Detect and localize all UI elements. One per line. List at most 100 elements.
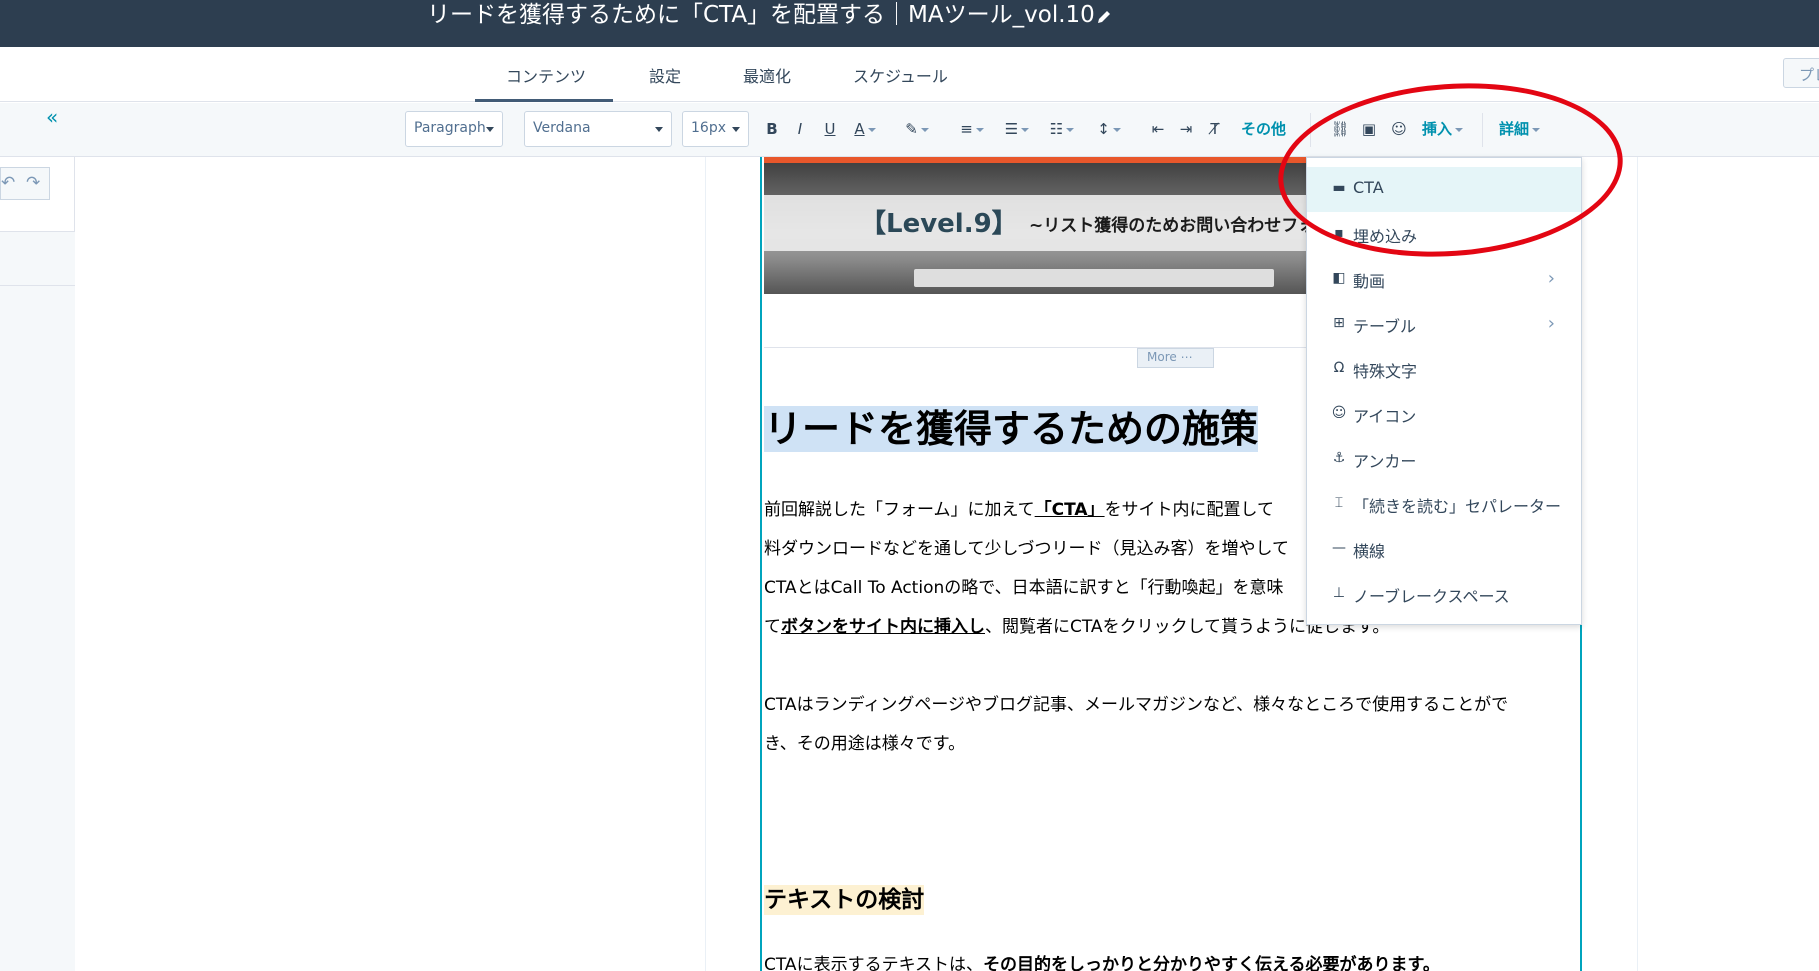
bold-underlined-text: ボタンをサイト内に挿入し xyxy=(781,617,985,637)
preview-button[interactable]: プレ xyxy=(1783,58,1819,88)
menu-item-read-more-separator[interactable]: ⌶ 「続きを読む」セパレーター xyxy=(1307,482,1581,527)
chevron-down-icon xyxy=(486,127,494,132)
chevron-down-icon xyxy=(1066,127,1075,132)
menu-item-horizontal-line[interactable]: — 横線 xyxy=(1307,527,1581,572)
menu-item-non-breaking-space[interactable]: ⊥ ノーブレークスペース xyxy=(1307,572,1581,617)
chevron-down-icon xyxy=(1455,127,1464,132)
omega-icon: Ω xyxy=(1333,360,1345,376)
highlight-button[interactable]: ✎ xyxy=(900,117,934,141)
subsection-heading[interactable]: テキストの検討 xyxy=(764,885,925,915)
line-height-icon: ↕ xyxy=(1097,120,1110,138)
tab-settings[interactable]: 設定 xyxy=(649,63,681,87)
undo-redo-group: ↶ ↷ xyxy=(0,167,50,200)
paragraph-line[interactable]: き、その用途は様々です。 xyxy=(764,732,965,756)
image-icon: ▣ xyxy=(1361,120,1377,138)
advanced-menu-label: 詳細 xyxy=(1499,120,1530,138)
page-title[interactable]: リードを獲得するために「CTA」を配置する｜MAツール_vol.10 xyxy=(427,0,1095,30)
menu-item-label: 埋め込み xyxy=(1353,227,1418,246)
font-size-select[interactable]: 16px xyxy=(682,111,749,147)
bullet-list-button[interactable]: ☰ xyxy=(1000,117,1034,141)
menu-item-label: CTA xyxy=(1353,178,1384,197)
emoji-button[interactable]: ☺ xyxy=(1389,117,1409,141)
pencil-icon[interactable] xyxy=(1094,7,1114,27)
embed-icon: ▪ xyxy=(1334,225,1344,241)
bold-underlined-text: 「CTA」 xyxy=(1034,500,1105,520)
text-run: て xyxy=(764,617,781,637)
menu-item-label: ノーブレークスペース xyxy=(1353,587,1510,606)
sidebar-row[interactable] xyxy=(0,231,75,286)
menu-item-label: 「続きを読む」セパレーター xyxy=(1353,497,1562,516)
section-heading[interactable]: リードを獲得するための施策 xyxy=(764,406,1259,452)
font-family-select[interactable]: Verdana xyxy=(524,111,672,147)
indent-icon: ⇥ xyxy=(1179,120,1193,138)
chevron-down-icon xyxy=(1532,127,1541,132)
top-bar: リードを獲得するために「CTA」を配置する｜MAツール_vol.10 xyxy=(0,0,1819,47)
chevron-down-icon xyxy=(867,127,876,132)
italic-button[interactable]: I xyxy=(792,117,808,141)
outdent-button[interactable]: ⇤ xyxy=(1148,117,1168,141)
sidebar-body xyxy=(0,286,75,971)
anchor-icon: ⚓ xyxy=(1332,450,1346,466)
undo-icon[interactable]: ↶ xyxy=(1,173,15,193)
text-color-button[interactable]: A xyxy=(850,117,880,141)
clear-format-icon: T̸ xyxy=(1210,120,1220,138)
tab-optimize[interactable]: 最適化 xyxy=(743,63,791,87)
align-button[interactable]: ≡ xyxy=(955,117,989,141)
tab-content[interactable]: コンテンツ xyxy=(506,63,586,87)
more-menu-button[interactable]: その他 xyxy=(1241,117,1286,141)
icon-icon: ☺ xyxy=(1331,405,1347,421)
menu-item-cta[interactable]: ▬ CTA xyxy=(1307,167,1581,212)
paragraph-style-select[interactable]: Paragraph xyxy=(405,111,503,147)
redo-icon[interactable]: ↷ xyxy=(26,173,40,193)
menu-item-label: テーブル xyxy=(1353,317,1417,336)
text-run: 前回解説した「フォーム」に加えて xyxy=(764,500,1035,520)
paragraph-line[interactable]: CTAに表示するテキストは、その目的をしっかりと分かりやすく伝える必要があります… xyxy=(764,953,1440,971)
paragraph-line[interactable]: CTAはランディングページやブログ記事、メールマガジンなど、様々なところで使用す… xyxy=(764,693,1508,717)
menu-item-table[interactable]: ⊞ テーブル › xyxy=(1307,302,1581,347)
separator-icon: ⌶ xyxy=(1334,495,1344,511)
menu-item-embed[interactable]: ▪ 埋め込み xyxy=(1307,212,1581,257)
rich-text-toolbar: « Paragraph Verdana 16px B I U A ✎ ≡ ☰ ☷… xyxy=(0,103,1819,157)
video-icon: ◧ xyxy=(1332,270,1346,286)
menu-item-anchor[interactable]: ⚓ アンカー xyxy=(1307,437,1581,482)
collapse-sidebar-icon[interactable]: « xyxy=(46,105,58,129)
chevron-down-icon xyxy=(920,127,929,132)
font-family-value: Verdana xyxy=(533,120,591,136)
hero-subtitle-text: ~リスト獲得のためお問い合わせフォ xyxy=(1029,216,1316,236)
horizontal-line-icon: — xyxy=(1332,540,1346,556)
chevron-down-icon xyxy=(1021,127,1030,132)
paragraph-line[interactable]: 前回解説した「フォーム」に加えて「CTA」をサイト内に配置して xyxy=(764,498,1274,522)
active-tab-indicator xyxy=(475,99,613,102)
insert-menu-label: 挿入 xyxy=(1422,120,1453,138)
chevron-right-icon: › xyxy=(1547,313,1555,334)
chevron-right-icon: › xyxy=(1547,268,1555,289)
chevron-down-icon xyxy=(732,127,740,132)
bold-button[interactable]: B xyxy=(764,117,780,141)
menu-item-video[interactable]: ◧ 動画 › xyxy=(1307,257,1581,302)
image-button[interactable]: ▣ xyxy=(1359,117,1379,141)
link-icon: ⛓ xyxy=(1330,120,1350,138)
paragraph-line[interactable]: 料ダウンロードなどを通して少しづつリード（見込み客）を増やして xyxy=(764,537,1289,561)
paragraph-line[interactable]: CTAとはCall To Actionの略で、日本語に訳すと「行動喚起」を意味 xyxy=(764,576,1284,600)
line-height-button[interactable]: ↕ xyxy=(1092,117,1126,141)
menu-item-icon[interactable]: ☺ アイコン xyxy=(1307,392,1581,437)
menu-item-special-characters[interactable]: Ω 特殊文字 xyxy=(1307,347,1581,392)
menu-item-label: アンカー xyxy=(1353,452,1417,471)
advanced-menu-button[interactable]: 詳細 xyxy=(1499,117,1541,141)
underline-button[interactable]: U xyxy=(822,117,838,141)
tab-schedule[interactable]: スケジュール xyxy=(853,63,948,87)
menu-item-label: 横線 xyxy=(1353,542,1386,561)
menu-item-label: 特殊文字 xyxy=(1353,362,1418,381)
clear-format-button[interactable]: T̸ xyxy=(1205,117,1225,141)
numbered-list-icon: ☷ xyxy=(1049,120,1064,138)
text-run: CTAに表示するテキストは、 xyxy=(764,955,984,971)
text-run: をサイト内に配置して xyxy=(1104,500,1275,520)
numbered-list-button[interactable]: ☷ xyxy=(1045,117,1079,141)
read-more-separator-label[interactable]: More ⋯ xyxy=(1137,348,1214,368)
indent-button[interactable]: ⇥ xyxy=(1176,117,1196,141)
menu-item-label: アイコン xyxy=(1353,407,1417,426)
insert-menu-button[interactable]: 挿入 xyxy=(1422,117,1464,141)
link-button[interactable]: ⛓ xyxy=(1330,117,1350,141)
chevron-down-icon xyxy=(975,127,984,132)
paragraph-line[interactable]: てボタンをサイト内に挿入し、閲覧者にCTAをクリックして貰うように促します。 xyxy=(764,615,1389,639)
